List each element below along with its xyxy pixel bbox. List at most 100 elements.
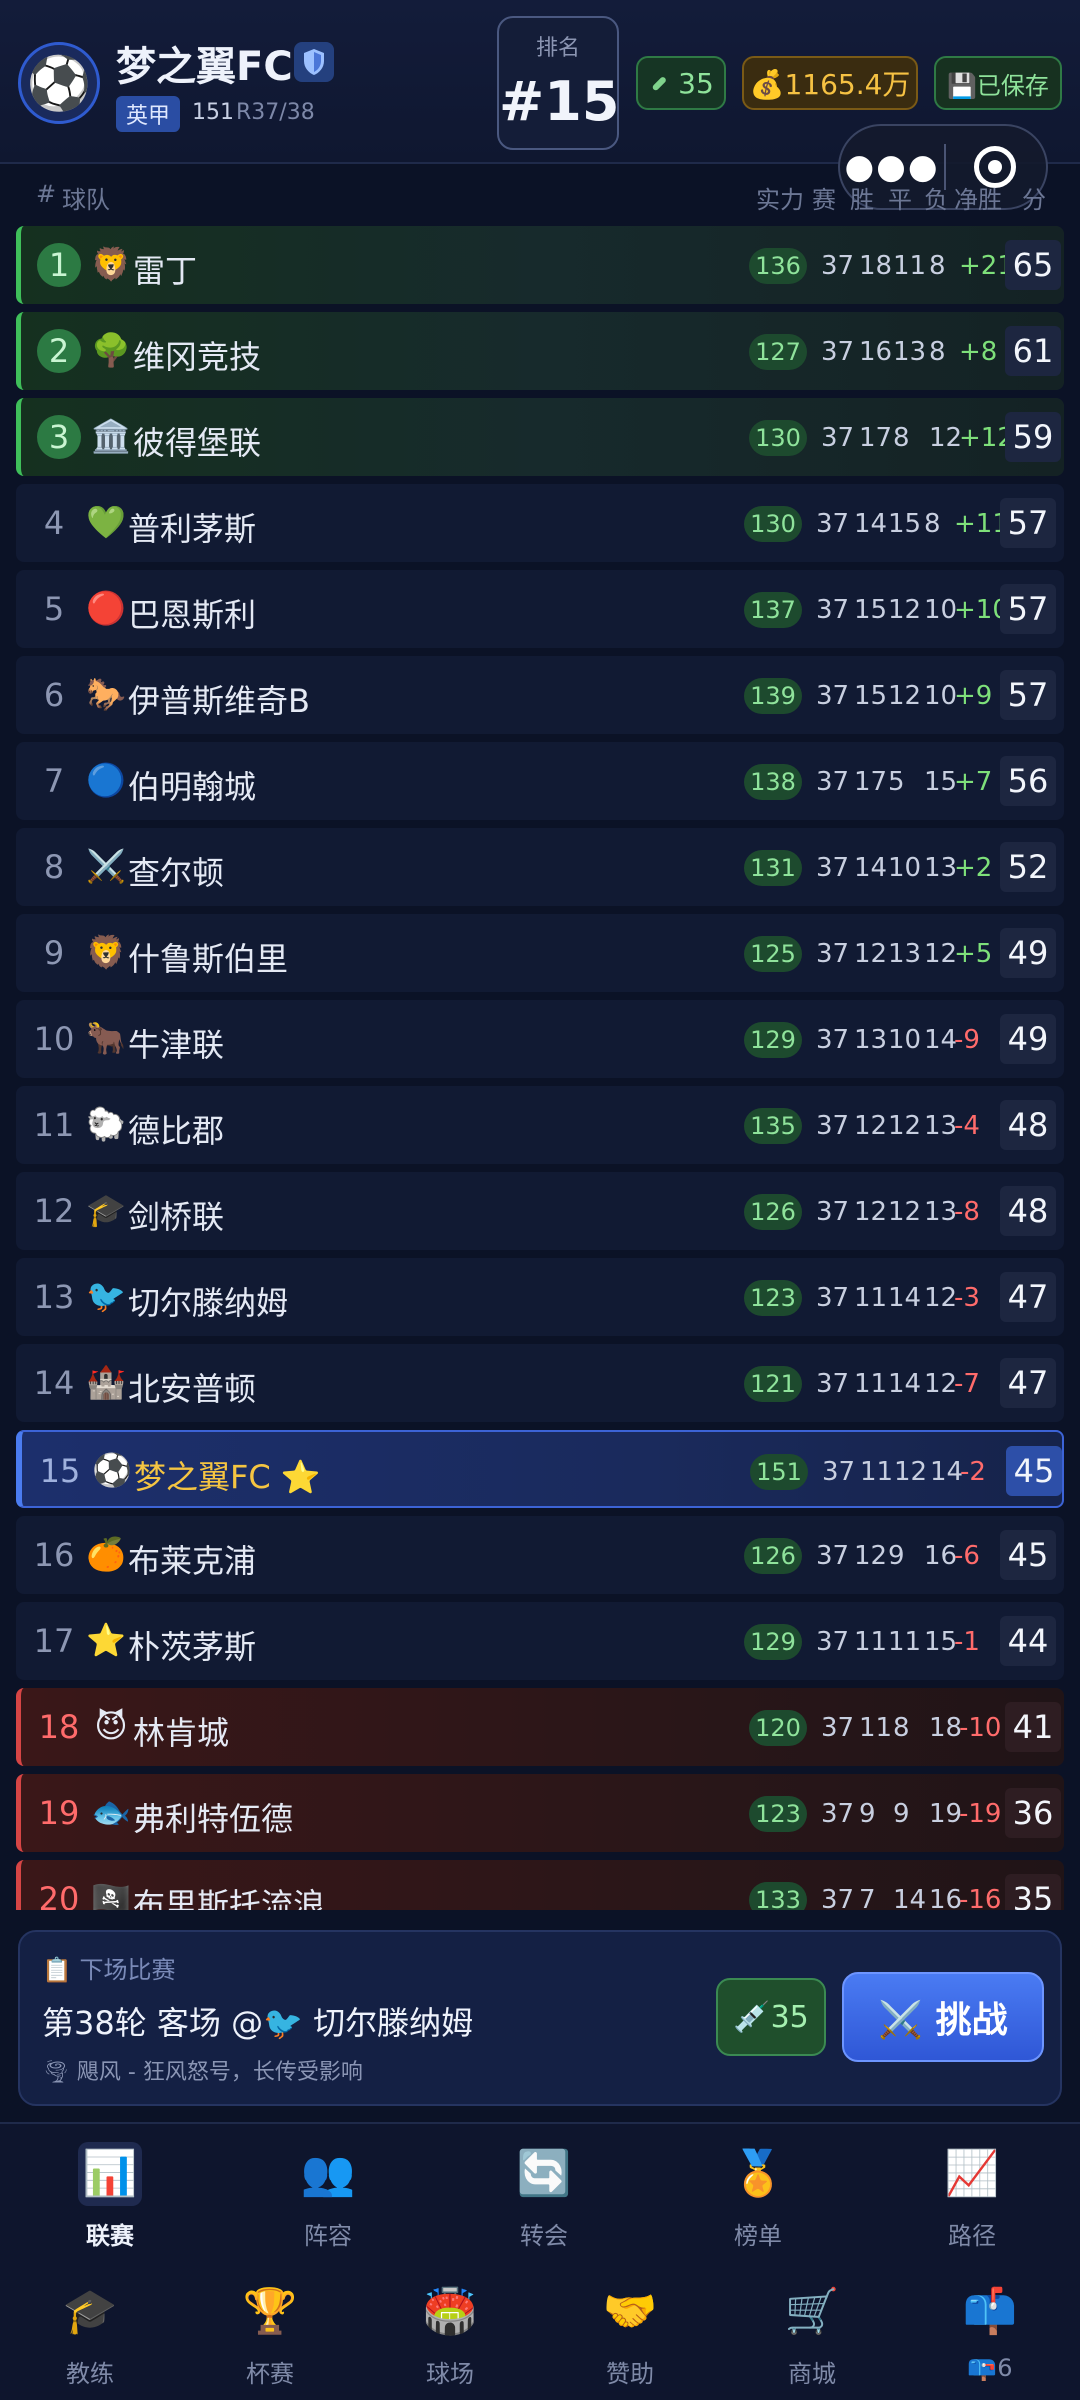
row-team-name: 牛津联 [128, 1026, 225, 1064]
row-draw: 15 [888, 509, 922, 539]
row-strength: 129 [744, 1022, 802, 1058]
team-emblem-icon: 🐂 [86, 1019, 126, 1057]
saved-label: 💾已保存 [947, 71, 1049, 100]
nav-sub-4[interactable]: 🛒 商城 [752, 2280, 872, 2389]
table-row[interactable]: 1 🦁 雷丁 136 37 18 11 8 +21 65 [16, 226, 1064, 304]
table-row[interactable]: 4 💚 普利茅斯 130 37 14 15 8 +11 57 [16, 484, 1064, 562]
table-row[interactable]: 9 🦁 什鲁斯伯里 125 37 12 13 12 +5 49 [16, 914, 1064, 992]
row-draw: 14 [888, 1283, 922, 1313]
table-row[interactable]: 18 😈 林肯城 120 37 11 8 18 -10 41 [16, 1688, 1064, 1766]
nav-tab-3[interactable]: 🏅 榜单 [698, 2142, 818, 2251]
row-points: 61 [1005, 326, 1061, 376]
row-points: 35 [1005, 1874, 1061, 1910]
row-team-name: 雷丁 [133, 252, 198, 290]
nav-sub-5[interactable]: 📫 📪6 [930, 2280, 1050, 2382]
nav-tab-1[interactable]: 👥 阵容 [268, 2142, 388, 2251]
table-row[interactable]: 20 🏴‍☠️ 布里斯托流浪 133 37 7 14 16 -16 35 [16, 1860, 1064, 1910]
row-won: 11 [860, 1457, 894, 1487]
nav-label: 榜单 [734, 2222, 782, 2250]
nav-tab-4[interactable]: 📈 路径 [912, 2142, 1032, 2251]
row-draw: 9 [888, 1541, 905, 1571]
row-points: 57 [1000, 584, 1056, 634]
row-strength: 121 [744, 1366, 802, 1402]
row-team-name: 布莱克浦 [128, 1542, 257, 1580]
row-lost: 12 [924, 1369, 958, 1399]
table-row[interactable]: 14 🏰 北安普顿 121 37 11 14 12 -7 47 [16, 1344, 1064, 1422]
row-played: 37 [816, 853, 850, 883]
row-won: 18 [859, 251, 893, 281]
row-points: 65 [1005, 240, 1061, 290]
nav-sub-0[interactable]: 🎓 教练 [30, 2280, 150, 2389]
team-emblem-icon: 🏛️ [91, 417, 131, 455]
row-won: 11 [859, 1713, 893, 1743]
row-goal-diff: -2 [960, 1457, 986, 1487]
row-points: 49 [1000, 928, 1056, 978]
team-emblem-icon: 🔵 [86, 761, 126, 799]
col-strength: 实力 [756, 186, 804, 214]
row-strength: 126 [744, 1538, 802, 1574]
col-played: 赛 [812, 186, 836, 214]
table-row[interactable]: 12 🎓 剑桥联 126 37 12 12 13 -8 48 [16, 1172, 1064, 1250]
team-emblem-icon: 🎓 [86, 1191, 126, 1229]
saved-status[interactable]: 💾已保存 [934, 56, 1062, 110]
nav-tab-0[interactable]: 📊 联赛 [50, 2142, 170, 2251]
row-strength: 139 [744, 678, 802, 714]
team-emblem-icon: ⭐ [86, 1621, 126, 1659]
table-row[interactable]: 5 🔴 巴恩斯利 137 37 15 12 10 +10 57 [16, 570, 1064, 648]
row-lost: 15 [924, 767, 958, 797]
table-row[interactable]: 17 ⭐ 朴茨茅斯 129 37 11 11 15 -1 44 [16, 1602, 1064, 1680]
row-lost: 12 [929, 423, 963, 453]
row-won: 14 [854, 853, 888, 883]
row-won: 9 [859, 1799, 876, 1829]
nav-icon: 🏟️ [422, 2286, 478, 2337]
row-position: 5 [43, 590, 65, 628]
row-draw: 5 [888, 767, 905, 797]
challenge-button[interactable]: ⚔️ 挑战 [842, 1972, 1044, 2062]
table-row[interactable]: 3 🏛️ 彼得堡联 130 37 17 8 12 +12 59 [16, 398, 1064, 476]
nav-icon: 👥 [300, 2148, 356, 2199]
money-pill[interactable]: 💰1165.4万 [742, 56, 918, 110]
team-emblem-icon: ⚽ [92, 1451, 132, 1489]
row-points: 36 [1005, 1788, 1061, 1838]
table-row[interactable]: 2 🌳 维冈竞技 127 37 16 13 8 +8 61 [16, 312, 1064, 390]
row-won: 11 [854, 1283, 888, 1313]
row-won: 15 [854, 595, 888, 625]
table-row[interactable]: 8 ⚔️ 查尔顿 131 37 14 10 13 +2 52 [16, 828, 1064, 906]
row-played: 37 [821, 251, 855, 281]
table-row[interactable]: 7 🔵 伯明翰城 138 37 17 5 15 +7 56 [16, 742, 1064, 820]
nav-sub-2[interactable]: 🏟️ 球场 [390, 2280, 510, 2389]
nav-sub-3[interactable]: 🤝 赞助 [570, 2280, 690, 2389]
team-name: 梦之翼FC [116, 44, 293, 90]
row-position: 14 [33, 1364, 75, 1402]
club-logo[interactable]: ⚽ [18, 42, 100, 124]
nav-tab-2[interactable]: 🔄 转会 [484, 2142, 604, 2251]
table-row[interactable]: 16 🍊 布莱克浦 126 37 12 9 16 -6 45 [16, 1516, 1064, 1594]
next-match-info: 第38轮 客场 @🐦 切尔滕纳姆 [42, 2004, 474, 2042]
table-row[interactable]: 6 🐎 伊普斯维奇B 139 37 15 12 10 +9 57 [16, 656, 1064, 734]
col-team: 球队 [62, 186, 110, 214]
col-draw: 平 [888, 186, 912, 214]
nav-sub-1[interactable]: 🏆 杯赛 [210, 2280, 330, 2389]
row-team-name: 梦之翼FC ⭐ [134, 1458, 321, 1496]
row-strength: 138 [744, 764, 802, 800]
round-indicator: R37/38 [236, 100, 315, 125]
table-row[interactable]: 11 🐑 德比郡 135 37 12 12 13 -4 48 [16, 1086, 1064, 1164]
shield-icon[interactable] [294, 42, 334, 82]
league-tag: 英甲 [116, 96, 181, 132]
nav-icon: 📫 [962, 2286, 1018, 2337]
nav-icon: 📊 [78, 2142, 142, 2206]
table-row[interactable]: 15 ⚽ 梦之翼FC ⭐ 151 37 11 12 14 -2 45 [16, 1430, 1064, 1508]
energy-pill[interactable]: 35 [636, 56, 726, 110]
row-position: 7 [43, 762, 65, 800]
league-table[interactable]: 1 🦁 雷丁 136 37 18 11 8 +21 65 2 🌳 维冈竞技 127 37 16 13 8 +8 61 3… [16, 226, 1064, 1910]
row-position: 9 [43, 934, 65, 972]
table-row[interactable]: 19 🐟 弗利特伍德 123 37 9 9 19 -19 36 [16, 1774, 1064, 1852]
row-played: 37 [821, 1713, 855, 1743]
row-played: 37 [816, 1283, 850, 1313]
row-played: 37 [816, 1541, 850, 1571]
row-strength: 135 [744, 1108, 802, 1144]
table-row[interactable]: 10 🐂 牛津联 129 37 13 10 14 -9 49 [16, 1000, 1064, 1078]
nav-label: 赞助 [606, 2360, 654, 2388]
table-row[interactable]: 13 🐦 切尔滕纳姆 123 37 11 14 12 -3 47 [16, 1258, 1064, 1336]
row-position: 10 [33, 1020, 75, 1058]
